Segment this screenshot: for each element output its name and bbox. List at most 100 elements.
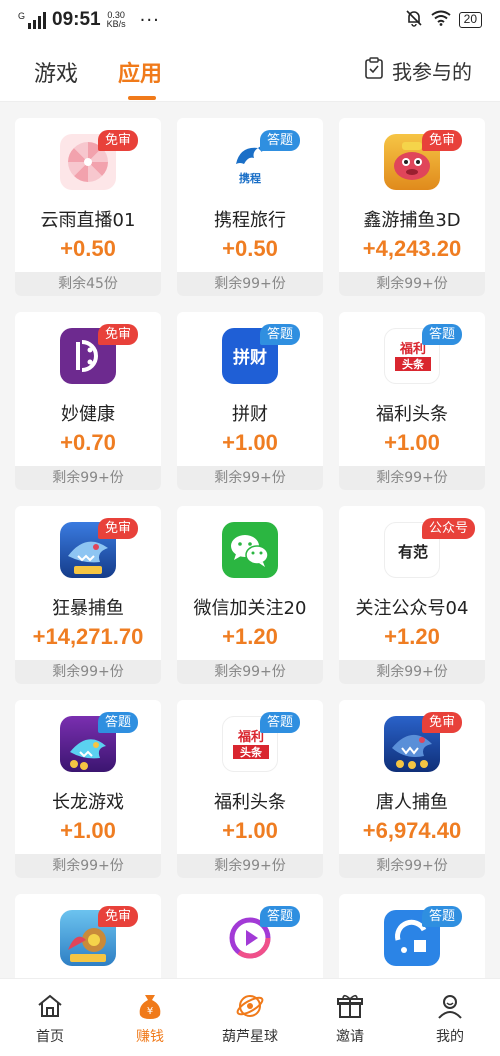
task-reward: +6,974.40 (362, 818, 462, 843)
nav-me[interactable]: 我的 (400, 979, 500, 1056)
battery-indicator: 20 (458, 12, 482, 28)
nav-planet[interactable]: 葫芦星球 (200, 979, 300, 1056)
task-card[interactable]: 答题 (177, 894, 323, 978)
home-icon (35, 991, 65, 1021)
task-grid: 免审 云雨直播01 +0.50 剩余45份 携程 答题 携程旅行 +0.50 剩… (0, 102, 500, 978)
my-participation-button[interactable]: 我参与的 (364, 56, 472, 85)
task-remaining: 剩余99+份 (177, 854, 323, 878)
task-reward: +1.00 (60, 818, 116, 843)
badge: 免审 (422, 712, 463, 733)
task-reward: +4,243.20 (362, 236, 462, 261)
nav-earn[interactable]: ¥ 赚钱 (100, 979, 200, 1056)
signal-icon: G (18, 11, 47, 29)
task-remaining: 剩余99+份 (15, 660, 161, 684)
task-name: 福利头条 (376, 404, 448, 425)
task-reward: +1.20 (384, 624, 440, 649)
svg-text:¥: ¥ (147, 1006, 153, 1017)
nav-me-label: 我的 (436, 1029, 464, 1045)
task-reward: +14,271.70 (32, 624, 144, 649)
active-tab-indicator (128, 96, 156, 100)
task-reward: +1.20 (222, 624, 278, 649)
nav-invite-label: 邀请 (336, 1029, 364, 1045)
my-participation-label: 我参与的 (392, 60, 472, 84)
svg-text:有范: 有范 (398, 543, 428, 561)
task-card[interactable]: 福利 头条 答题 福利头条 +1.00 剩余99+份 (177, 700, 323, 878)
badge: 公众号 (422, 518, 476, 539)
mute-bell-icon (405, 9, 423, 31)
task-name: 长龙游戏 (52, 792, 124, 813)
badge: 答题 (260, 712, 301, 733)
task-card[interactable]: 免审 鑫游捕鱼3D +4,243.20 剩余99+份 (339, 118, 485, 296)
task-name: 妙健康 (61, 404, 115, 425)
task-name: 云雨直播01 (40, 210, 136, 231)
task-reward: +1.00 (222, 818, 278, 843)
task-reward: +1.00 (384, 430, 440, 455)
money-bag-icon: ¥ (135, 991, 165, 1021)
badge: 答题 (98, 712, 139, 733)
task-card[interactable]: 有范 公众号 关注公众号04 +1.20 剩余99+份 (339, 506, 485, 684)
task-name: 携程旅行 (214, 210, 286, 231)
task-name: 微信加关注20 (193, 598, 307, 619)
task-name: 唐人捕鱼 (376, 792, 448, 813)
nav-invite[interactable]: 邀请 (300, 979, 400, 1056)
task-card[interactable]: 拼财 答题 拼财 +1.00 剩余99+份 (177, 312, 323, 490)
task-card[interactable]: 答题 (339, 894, 485, 978)
task-card[interactable]: 免审 狂暴捕鱼 +14,271.70 剩余99+份 (15, 506, 161, 684)
svg-text:头条: 头条 (402, 357, 425, 371)
task-card[interactable]: 微信加关注20 +1.20 剩余99+份 (177, 506, 323, 684)
badge: 免审 (98, 518, 139, 539)
task-remaining: 剩余99+份 (339, 272, 485, 296)
user-icon (435, 991, 465, 1021)
task-remaining: 剩余45份 (15, 272, 161, 296)
task-remaining: 剩余99+份 (339, 854, 485, 878)
top-tabs: 游戏 应用 我参与的 (0, 40, 500, 102)
gift-icon (335, 991, 365, 1021)
nav-planet-label: 葫芦星球 (222, 1029, 278, 1045)
badge: 免审 (98, 906, 139, 927)
task-reward: +0.50 (222, 236, 278, 261)
task-card[interactable]: 福利 头条 答题 福利头条 +1.00 剩余99+份 (339, 312, 485, 490)
task-reward: +0.70 (60, 430, 116, 455)
badge: 答题 (422, 906, 463, 927)
task-remaining: 剩余99+份 (15, 466, 161, 490)
task-remaining: 剩余99+份 (339, 466, 485, 490)
task-name: 关注公众号04 (355, 598, 469, 619)
tab-apps[interactable]: 应用 (118, 56, 162, 88)
badge: 答题 (260, 130, 301, 151)
badge: 答题 (260, 906, 301, 927)
more-status-dots: ··· (139, 9, 160, 31)
clock: 09:51 (52, 9, 101, 30)
nav-home[interactable]: 首页 (0, 979, 100, 1056)
task-card[interactable]: 免审 唐人捕鱼 +6,974.40 剩余99+份 (339, 700, 485, 878)
network-speed: 0.30 KB/s (106, 10, 126, 29)
svg-text:拼财: 拼财 (233, 347, 267, 368)
task-card[interactable]: 携程 答题 携程旅行 +0.50 剩余99+份 (177, 118, 323, 296)
task-remaining: 剩余99+份 (177, 660, 323, 684)
nav-home-label: 首页 (36, 1029, 64, 1045)
bottom-nav: 首页 ¥ 赚钱 葫芦星球 邀请 我的 (0, 978, 500, 1056)
nav-earn-label: 赚钱 (136, 1029, 164, 1045)
task-card[interactable]: 免审 云雨直播01 +0.50 剩余45份 (15, 118, 161, 296)
planet-icon (235, 991, 265, 1021)
task-card[interactable]: 免审 (15, 894, 161, 978)
wechat-icon (222, 522, 278, 578)
task-name: 鑫游捕鱼3D (363, 210, 461, 231)
task-reward: +1.00 (222, 430, 278, 455)
wifi-icon (431, 10, 451, 30)
task-remaining: 剩余99+份 (339, 660, 485, 684)
badge: 免审 (422, 130, 463, 151)
task-card[interactable]: 免审 妙健康 +0.70 剩余99+份 (15, 312, 161, 490)
badge: 免审 (98, 130, 139, 151)
status-bar: G 09:51 0.30 KB/s ··· 20 (0, 0, 500, 40)
task-name: 福利头条 (214, 792, 286, 813)
svg-text:头条: 头条 (240, 745, 263, 759)
task-name: 拼财 (232, 404, 268, 425)
task-reward: +0.50 (60, 236, 116, 261)
task-name: 狂暴捕鱼 (52, 598, 124, 619)
tab-games[interactable]: 游戏 (34, 56, 78, 88)
badge: 答题 (260, 324, 301, 345)
task-card[interactable]: 答题 长龙游戏 +1.00 剩余99+份 (15, 700, 161, 878)
task-remaining: 剩余99+份 (177, 272, 323, 296)
badge: 答题 (422, 324, 463, 345)
clipboard-icon (364, 57, 384, 84)
